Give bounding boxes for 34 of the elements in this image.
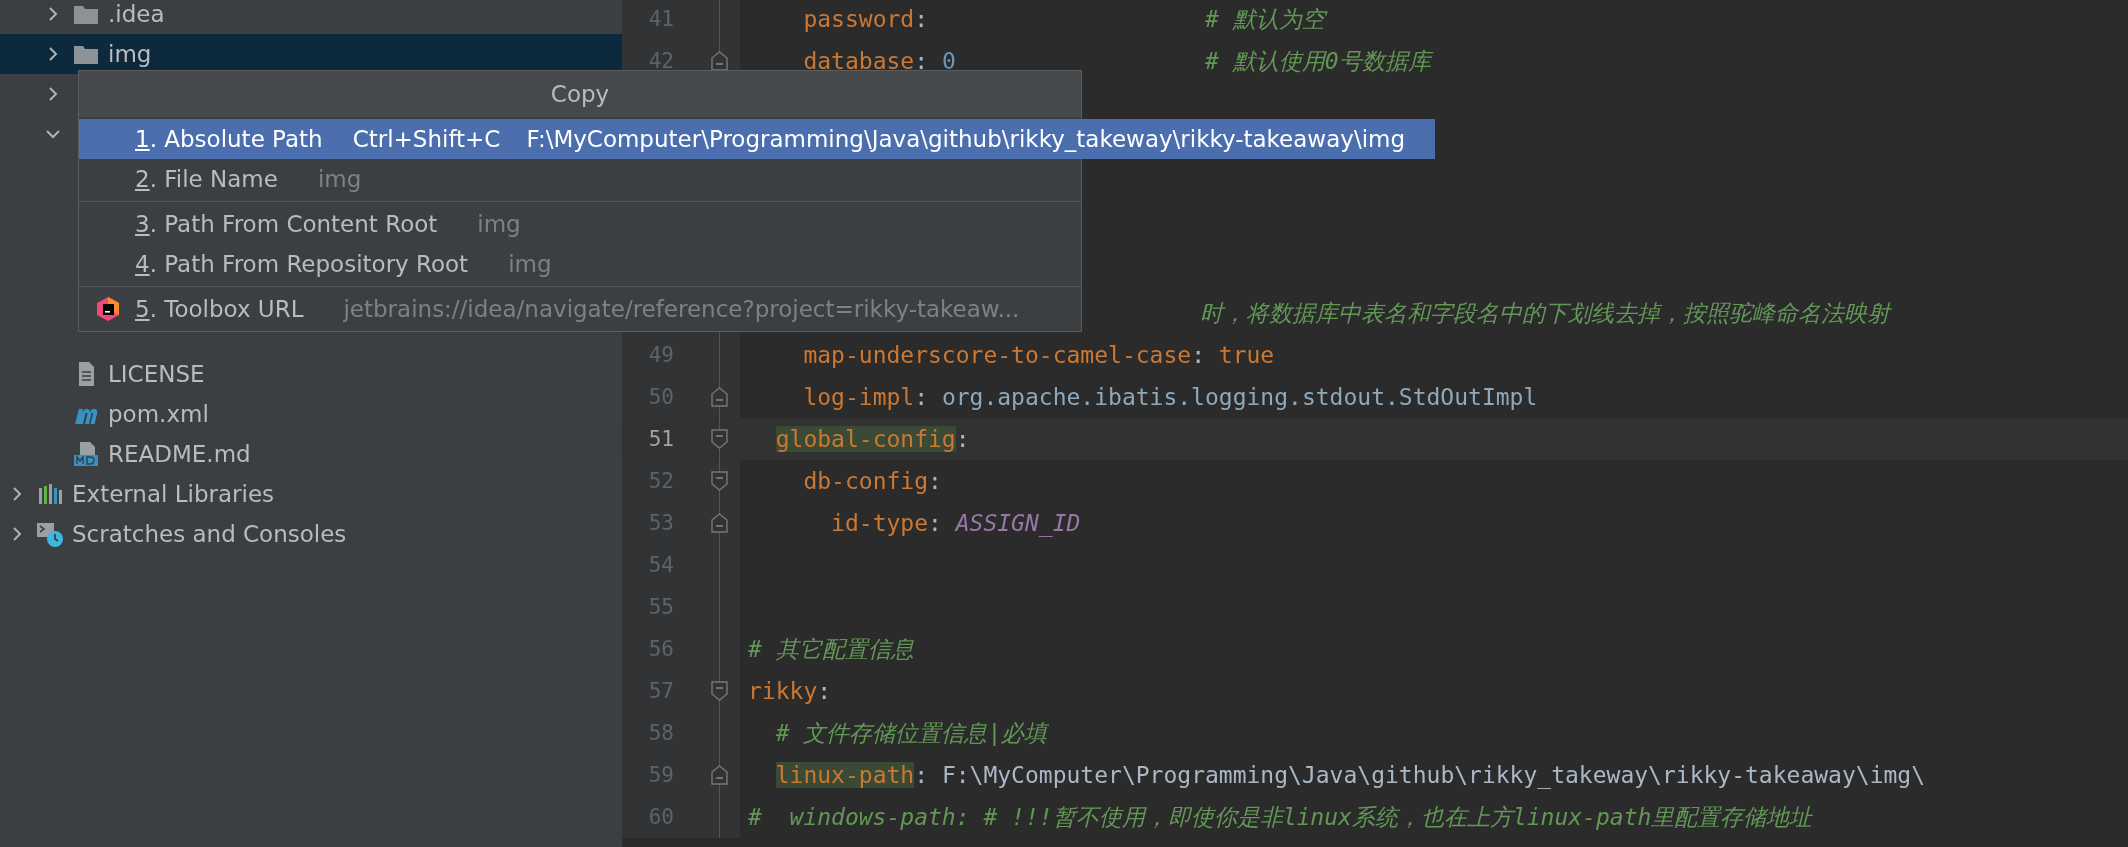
code-line: # 文件存储位置信息|必填 — [774, 718, 1048, 748]
tree-item-label[interactable]: pom.xml — [108, 401, 209, 427]
popup-title: Copy — [550, 81, 610, 107]
fold-marker-icon[interactable] — [710, 427, 729, 451]
tree-item-label[interactable]: Scratches and Consoles — [72, 521, 347, 547]
menu-item[interactable]: 1. Absolute Path Ctrl+Shift+C F:\MyComputer\Programming\Java\github\rikky_takeway\rikky-takeaway\img — [79, 119, 1436, 159]
menu-item[interactable]: 3. Path From Content Root img — [79, 204, 1081, 244]
fold-marker-icon[interactable] — [710, 385, 729, 409]
menu-item[interactable]: 4. Path From Repository Root img — [79, 244, 1081, 284]
toolbox-logo-icon — [95, 296, 121, 322]
code-line: rikky: — [747, 678, 832, 704]
code-line: # 其它配置信息 — [747, 634, 914, 664]
tree-item-label[interactable]: External Libraries — [72, 481, 275, 507]
tree-item-label[interactable]: .idea — [108, 1, 165, 27]
fold-marker-icon[interactable] — [710, 511, 729, 535]
fold-marker-icon[interactable] — [710, 469, 729, 493]
code-line: map-underscore-to-camel-case: true — [802, 342, 1275, 368]
markdown-file-icon — [72, 440, 100, 468]
tree-item-label[interactable]: README.md — [108, 441, 251, 467]
menu-item[interactable]: 2. File Name img — [79, 159, 1081, 199]
fold-marker-icon[interactable] — [710, 763, 729, 787]
code-line: id-type: ASSIGN_ID — [830, 510, 1081, 536]
line-number: 51 — [647, 427, 674, 451]
tree-item-label[interactable]: LICENSE — [108, 361, 205, 387]
fold-marker-icon[interactable] — [710, 679, 729, 703]
code-line: db-config: — [802, 468, 942, 494]
code-line: # windows-path: # !!!暂不使用，即使你是非linux系统，也在上方linux-path里配置存储地址 — [747, 802, 1813, 832]
tree-item-label[interactable]: img — [108, 41, 152, 67]
menu-item[interactable]: 5. Toolbox URL jetbrains://idea/navigate/reference?project=rikky-takeaw... — [79, 289, 1081, 329]
console-clock-icon — [36, 520, 64, 548]
tree-row-selected[interactable]: img — [0, 34, 622, 74]
code-line: log-impl: org.apache.ibatis.logging.stdout.StdOutImpl — [802, 384, 1538, 410]
fold-marker-icon[interactable] — [710, 49, 729, 73]
code-line: linux-path: F:\MyComputer\Programming\Java\github\rikky_takeway\rikky-takeaway\img\ — [774, 762, 1926, 788]
